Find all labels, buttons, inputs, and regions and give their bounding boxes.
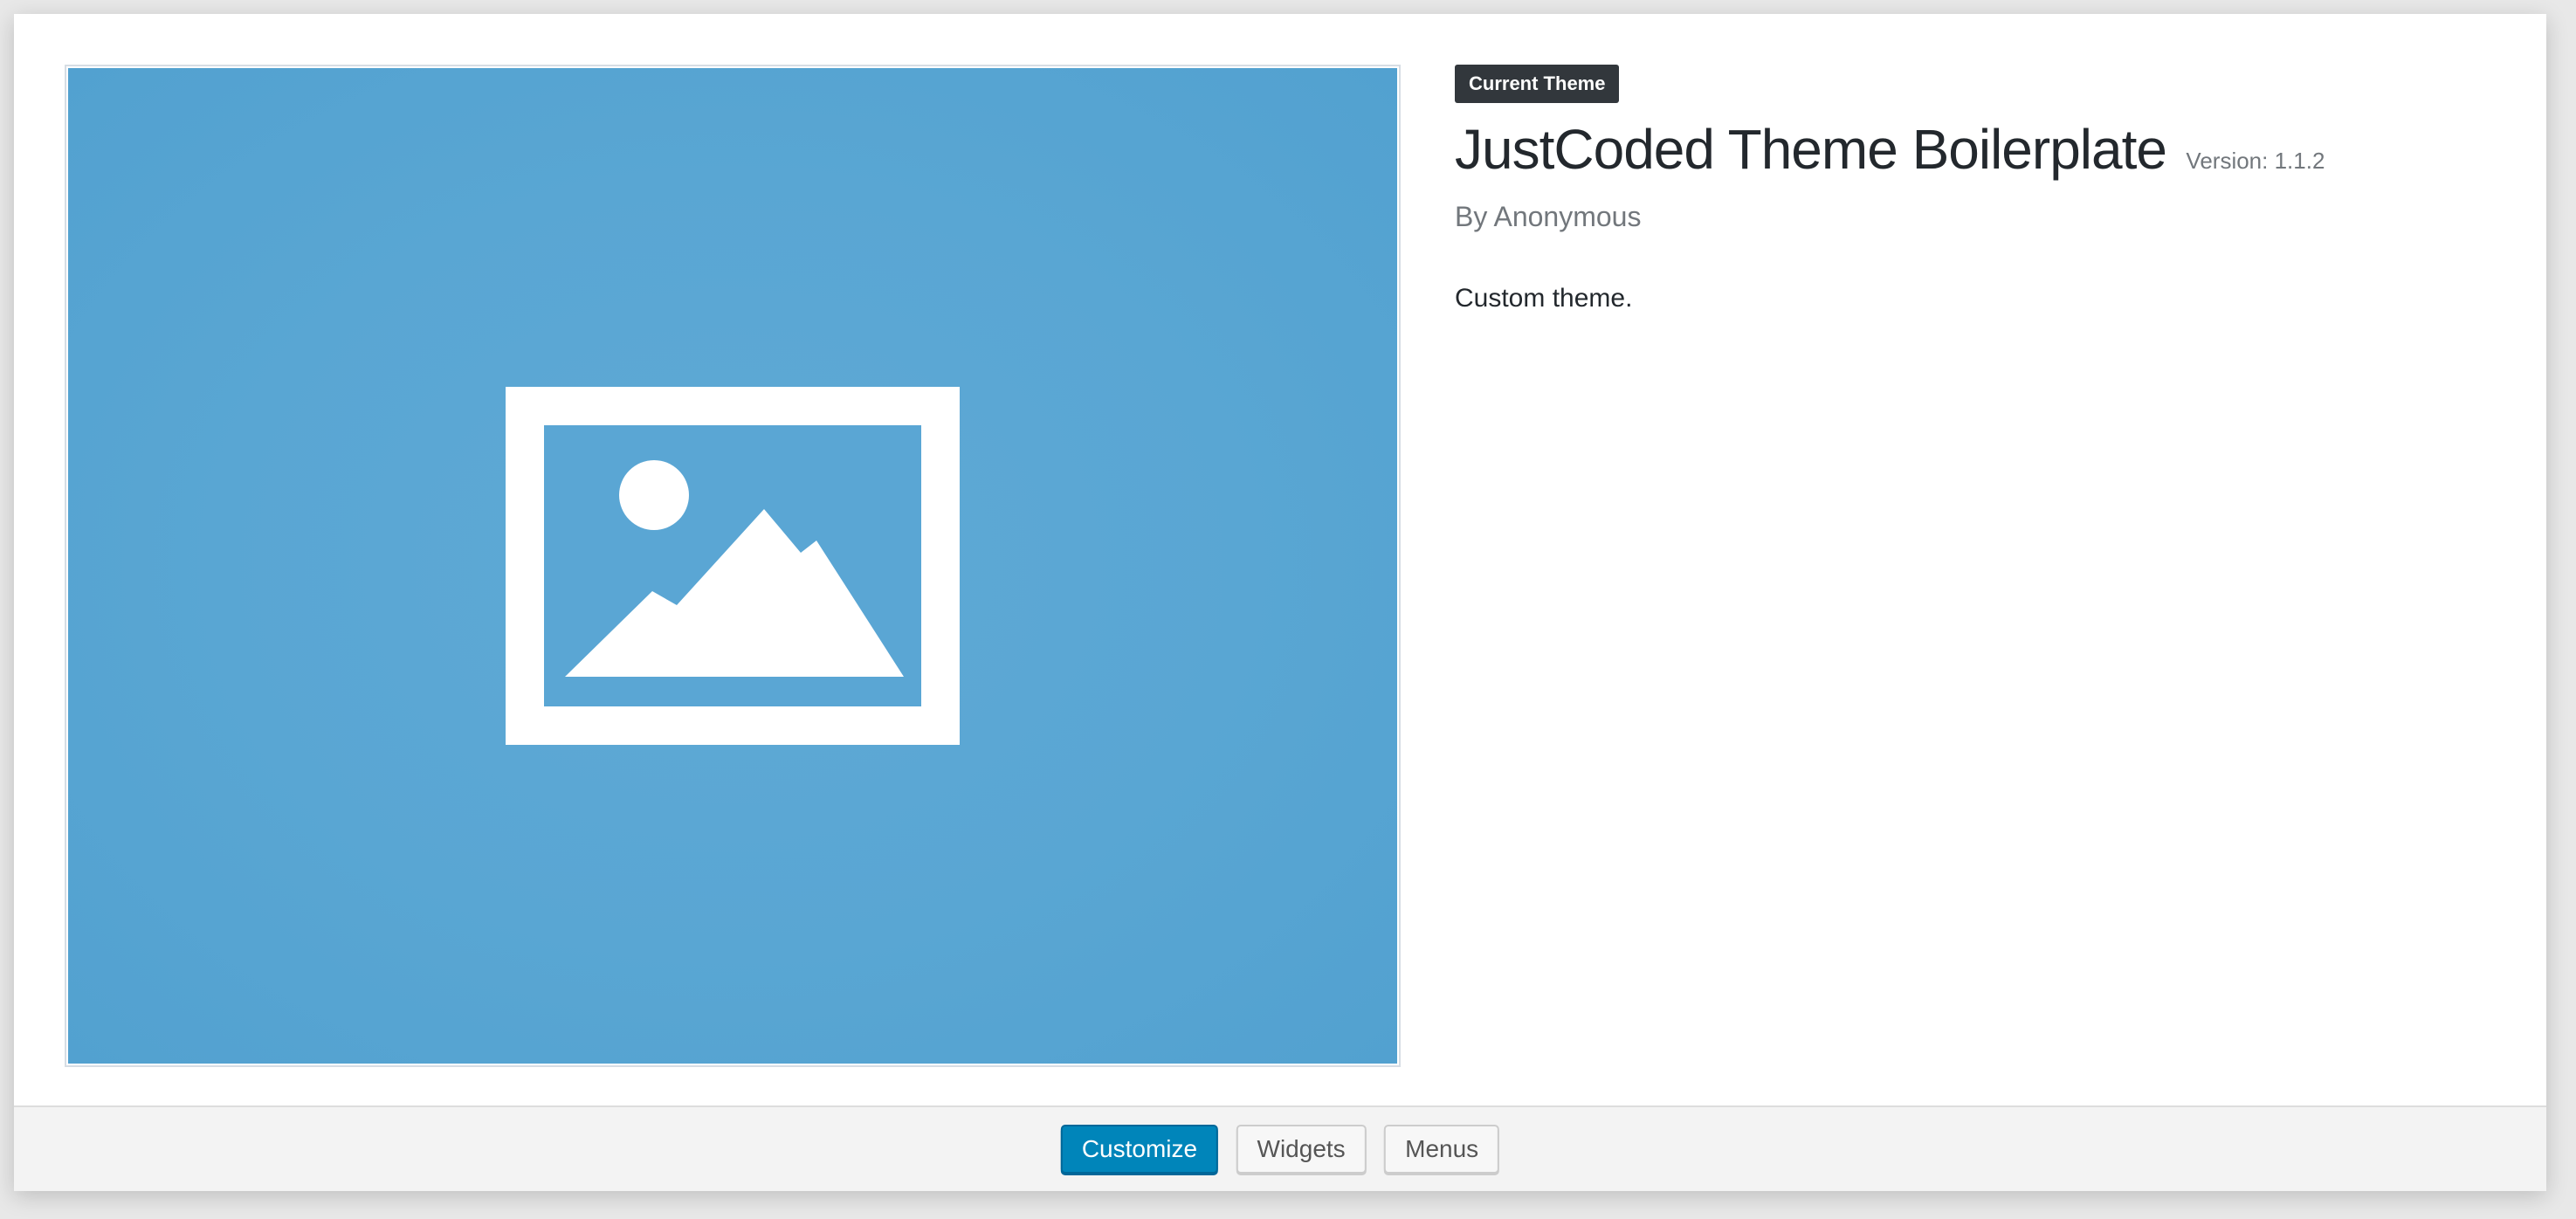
theme-actions-bar: Customize Widgets Menus: [14, 1105, 2546, 1191]
theme-screenshot-frame: [65, 65, 1401, 1067]
theme-author: By Anonymous: [1455, 201, 1642, 232]
theme-info: Current Theme JustCoded Theme Boilerplat…: [1455, 65, 2485, 313]
theme-details-modal: Current Theme JustCoded Theme Boilerplat…: [14, 14, 2546, 1191]
theme-version: Version: 1.1.2: [2186, 148, 2325, 174]
current-theme-badge: Current Theme: [1455, 65, 1620, 103]
theme-title-row: JustCoded Theme Boilerplate Version: 1.1…: [1455, 117, 2485, 182]
theme-actions-group: Customize Widgets Menus: [1054, 1125, 1506, 1174]
widgets-button[interactable]: Widgets: [1236, 1125, 1367, 1174]
theme-name: JustCoded Theme Boilerplate: [1455, 118, 2167, 181]
theme-description: Custom theme.: [1455, 284, 1633, 313]
customize-button[interactable]: Customize: [1060, 1125, 1219, 1174]
image-placeholder-icon: [506, 387, 960, 745]
theme-screenshot: [68, 68, 1397, 1064]
menus-button[interactable]: Menus: [1384, 1125, 1500, 1174]
